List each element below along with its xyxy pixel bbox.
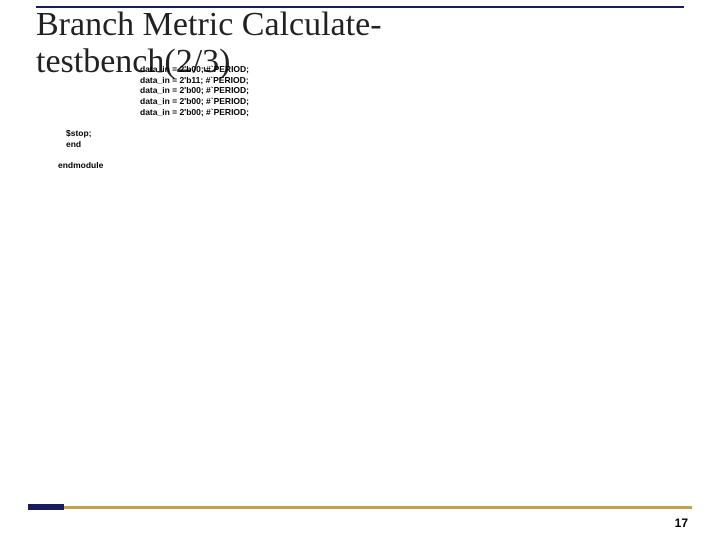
code-line: data_in = 2'b00; #`PERIOD;: [140, 107, 249, 117]
code-line: data_in = 2'b00; #`PERIOD;: [140, 96, 249, 106]
code-line: data_in = 2'b00; #`PERIOD;: [140, 64, 249, 74]
title-line-1: Branch Metric Calculate-: [36, 6, 382, 43]
slide-title: Branch Metric Calculate- testbench(2/3): [36, 6, 684, 81]
stop-block: $stop; end: [66, 128, 92, 149]
page-number: 17: [675, 516, 688, 530]
slide: Branch Metric Calculate- testbench(2/3) …: [0, 0, 720, 540]
footer-divider-line: [64, 506, 692, 509]
code-line: data_in = 2'b00; #`PERIOD;: [140, 85, 249, 95]
footer-divider: [28, 504, 692, 510]
code-line: $stop;: [66, 128, 92, 138]
code-block: data_in = 2'b00; #`PERIOD; data_in = 2'b…: [140, 64, 249, 117]
endmodule-line: endmodule: [58, 160, 103, 170]
code-line: data_in = 2'b11; #`PERIOD;: [140, 75, 249, 85]
footer-divider-accent: [28, 504, 64, 510]
code-line: endmodule: [58, 160, 103, 170]
code-line: end: [66, 139, 81, 149]
